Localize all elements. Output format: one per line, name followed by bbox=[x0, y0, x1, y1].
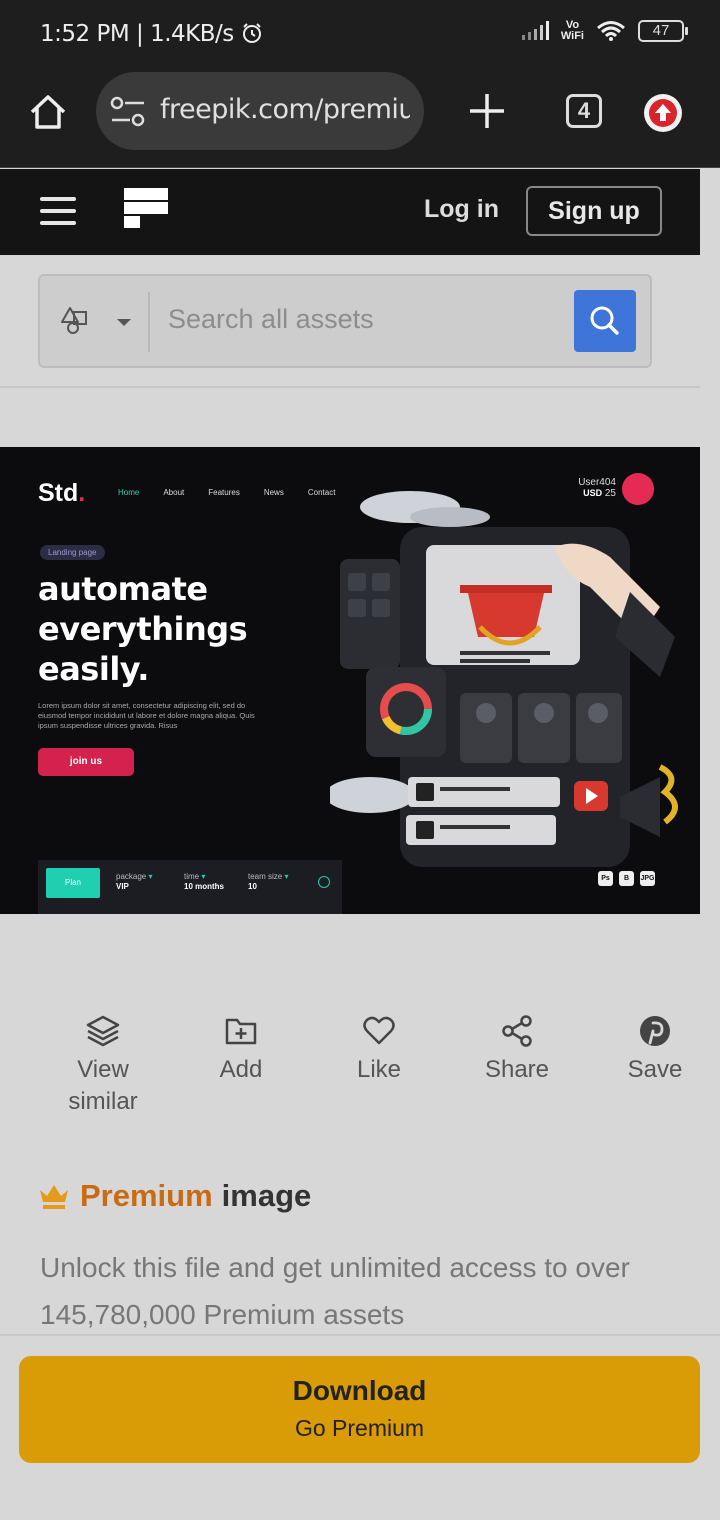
share-button[interactable]: Share bbox=[462, 1010, 572, 1086]
home-icon[interactable] bbox=[28, 92, 68, 132]
clock-text: 1:52 PM bbox=[40, 21, 130, 47]
premium-description: Unlock this file and get unlimited acces… bbox=[40, 1252, 630, 1330]
url-text: freepik.com/premium bbox=[160, 94, 410, 125]
preview-nav-home: Home bbox=[118, 488, 140, 497]
folder-add-icon bbox=[225, 1018, 257, 1045]
preview-meta-package: package ▾ VIP bbox=[116, 872, 153, 891]
address-bar[interactable]: freepik.com/premium bbox=[96, 72, 424, 150]
preview-formats: Ps B JPG bbox=[598, 871, 655, 886]
freepik-logo-icon[interactable] bbox=[124, 188, 168, 232]
blender-format-icon: B bbox=[619, 871, 634, 886]
shapes-icon bbox=[61, 307, 87, 334]
heart-icon bbox=[363, 1016, 395, 1045]
go-premium-label: Go Premium bbox=[294, 1415, 425, 1441]
add-label: Add bbox=[219, 1056, 263, 1083]
status-bar: 1:52 PM | 1.4KB/s Vo WiFi 47 bbox=[0, 0, 720, 70]
preview-headline: automate everythings easily. bbox=[38, 570, 248, 688]
battery-level: 47 bbox=[652, 22, 670, 39]
share-label: Share bbox=[484, 1056, 550, 1083]
download-button[interactable]: Download Go Premium bbox=[19, 1356, 700, 1463]
asset-type-dropdown[interactable] bbox=[60, 304, 140, 340]
preview-body-text: Lorem ipsum dolor sit amet, consectetur … bbox=[38, 701, 255, 730]
signal-icon bbox=[521, 21, 549, 40]
preview-plan-strip: Plan package ▾ VIP time ▾ 10 months team s… bbox=[38, 860, 342, 914]
new-tab-icon[interactable] bbox=[466, 90, 508, 132]
preview-logo: Std. bbox=[38, 479, 86, 507]
upload-arrow-icon bbox=[649, 99, 677, 127]
like-button[interactable]: Like bbox=[324, 1010, 434, 1086]
search-icon bbox=[590, 306, 619, 335]
update-button[interactable] bbox=[644, 94, 682, 132]
preview-nav: Home About Features News Contact bbox=[118, 488, 335, 497]
preview-meta-time: time ▾ 10 months bbox=[184, 872, 225, 891]
vowifi-bottom-text: WiFi bbox=[560, 30, 584, 42]
like-label: Like bbox=[356, 1056, 402, 1083]
search-section bbox=[0, 255, 700, 388]
preview-meta-team: team size ▾ 10 bbox=[248, 872, 289, 891]
bottom-divider bbox=[0, 1334, 720, 1336]
site-settings-icon[interactable] bbox=[110, 96, 146, 128]
layers-icon bbox=[86, 1015, 120, 1047]
download-label: Download bbox=[292, 1375, 427, 1406]
asset-preview-image[interactable]: Std. Home About Features News Contact Us… bbox=[0, 447, 700, 914]
illustration-3d bbox=[330, 491, 678, 867]
premium-heading: Premium image bbox=[38, 1178, 311, 1214]
search-divider bbox=[148, 292, 150, 352]
info-icon bbox=[318, 876, 330, 888]
login-button[interactable]: Log in bbox=[424, 195, 499, 224]
save-label: Save bbox=[627, 1056, 683, 1083]
photoshop-format-icon: Ps bbox=[598, 871, 613, 886]
chevron-down-icon bbox=[117, 319, 131, 326]
preview-nav-features: Features bbox=[208, 488, 240, 497]
asset-actions: View similar Add Like Share Save bbox=[0, 1010, 720, 1120]
network-speed: 1.4KB/s bbox=[150, 21, 234, 47]
search-box bbox=[38, 274, 652, 368]
premium-word: Premium bbox=[80, 1178, 213, 1213]
save-pinterest-button[interactable]: Save bbox=[600, 1010, 710, 1086]
pinterest-icon bbox=[640, 1016, 670, 1046]
battery-indicator: 47 bbox=[638, 20, 688, 42]
status-icons: Vo WiFi 47 bbox=[521, 20, 688, 42]
jpg-format-icon: JPG bbox=[640, 871, 655, 886]
search-input[interactable] bbox=[168, 304, 548, 335]
crown-icon bbox=[40, 1185, 68, 1209]
share-icon bbox=[502, 1015, 532, 1047]
view-similar-label-2: similar bbox=[68, 1088, 138, 1115]
search-button[interactable] bbox=[574, 290, 636, 352]
preview-nav-about: About bbox=[163, 488, 185, 497]
vowifi-indicator: Vo WiFi bbox=[561, 20, 584, 42]
browser-toolbar: freepik.com/premium 4 bbox=[0, 70, 720, 168]
image-word: image bbox=[221, 1178, 312, 1213]
alarm-icon bbox=[242, 23, 261, 43]
preview-plan-button: Plan bbox=[46, 868, 100, 898]
hamburger-menu-icon[interactable] bbox=[40, 197, 76, 225]
view-similar-button[interactable]: View similar bbox=[48, 1010, 158, 1118]
site-header: Log in Sign up bbox=[0, 169, 700, 255]
add-to-collection-button[interactable]: Add bbox=[186, 1010, 296, 1086]
wifi-icon bbox=[597, 21, 625, 41]
preview-badge: Landing page bbox=[40, 545, 105, 560]
view-similar-label: View bbox=[77, 1056, 129, 1083]
signup-button[interactable]: Sign up bbox=[526, 186, 662, 236]
status-time: 1:52 PM | 1.4KB/s bbox=[40, 21, 263, 47]
tab-switcher-button[interactable]: 4 bbox=[566, 94, 602, 128]
preview-nav-news: News bbox=[263, 488, 284, 497]
preview-join-button: join us bbox=[38, 748, 134, 776]
